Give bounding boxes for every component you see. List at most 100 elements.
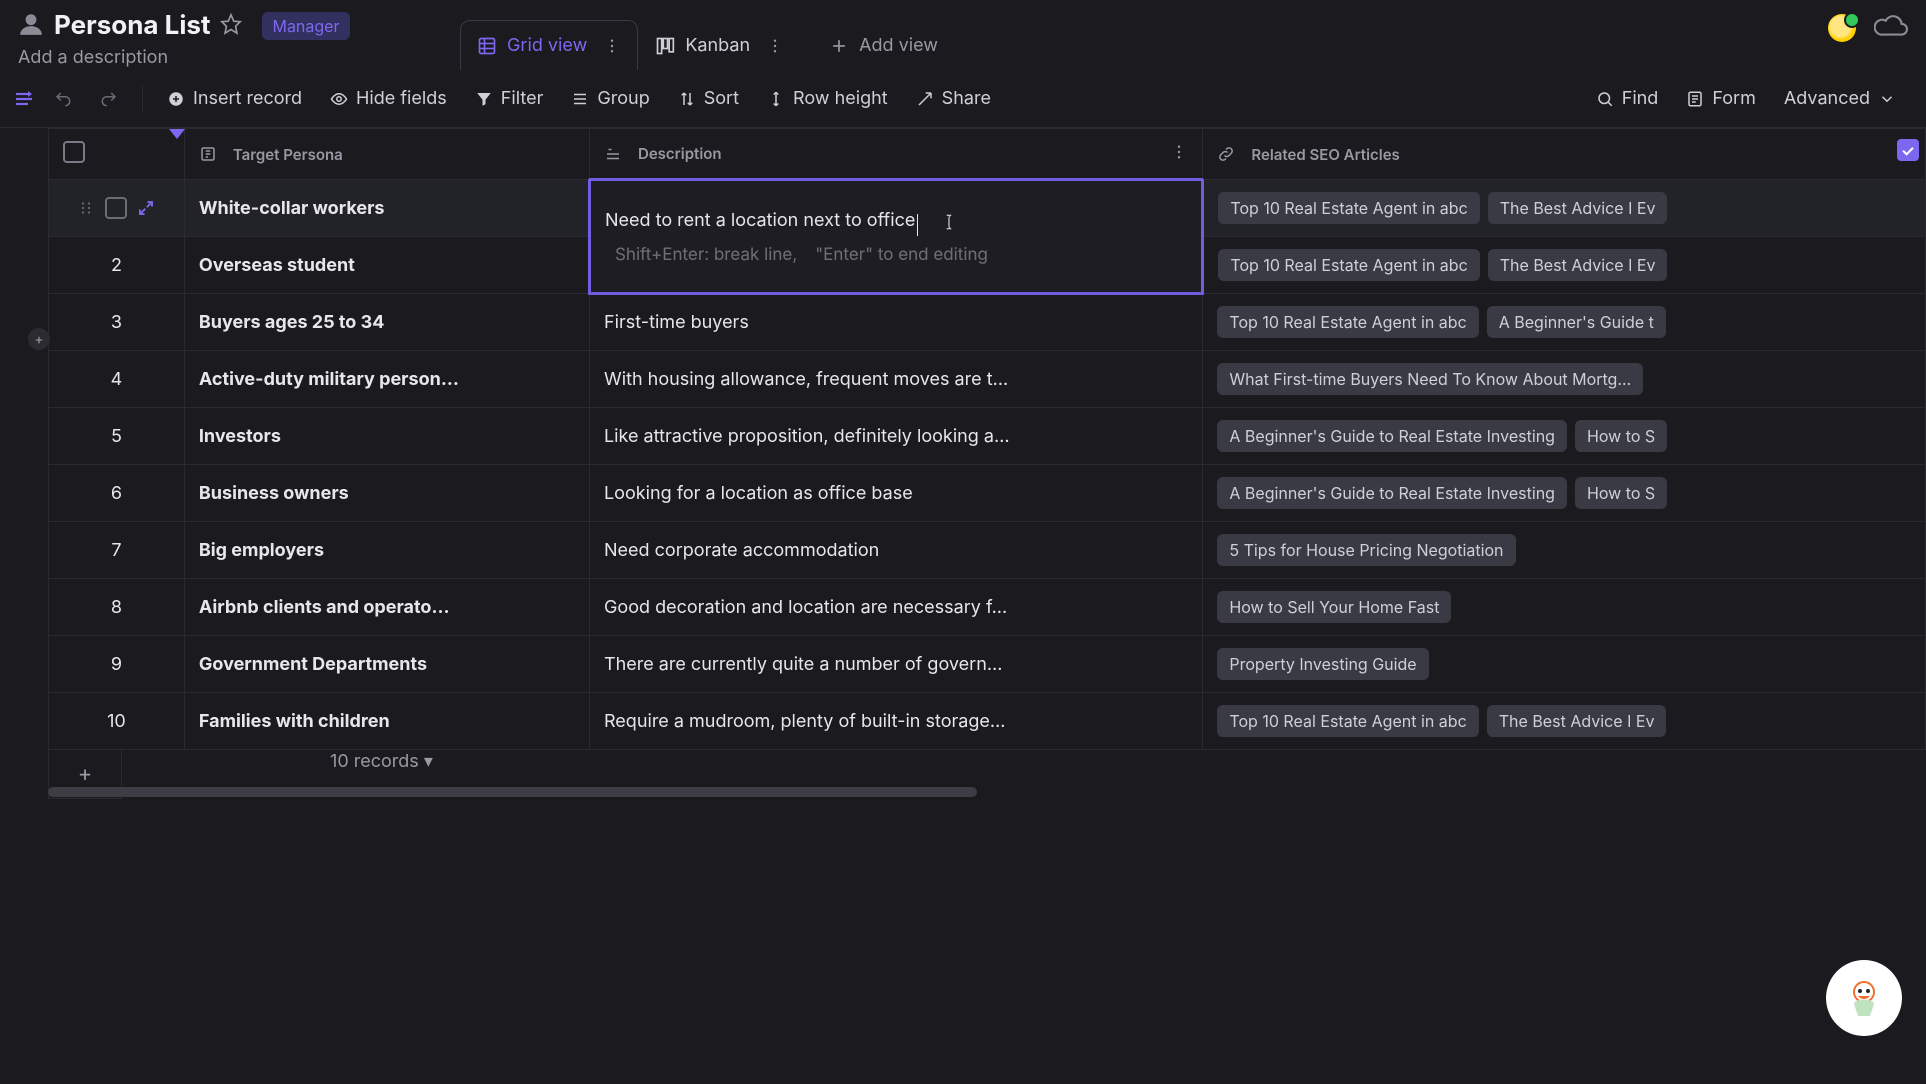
cell-target-persona[interactable]: Buyers ages 25 to 34 xyxy=(184,294,589,351)
article-tag[interactable]: Top 10 Real Estate Agent in abc xyxy=(1217,705,1478,737)
cell-description[interactable]: Good decoration and location are necessa… xyxy=(589,579,1202,636)
cell-related-articles[interactable]: Property Investing Guide xyxy=(1203,636,1926,693)
row-index[interactable]: 6 xyxy=(49,465,185,522)
row-index[interactable]: 5 xyxy=(49,408,185,465)
checked-icon[interactable] xyxy=(1897,139,1919,161)
cell-description[interactable]: There are currently quite a number of go… xyxy=(589,636,1202,693)
more-vertical-icon[interactable] xyxy=(1170,143,1188,165)
checkbox-icon[interactable] xyxy=(63,141,85,163)
table-row[interactable]: 3Buyers ages 25 to 34First-time buyersTo… xyxy=(49,294,1926,351)
table-row[interactable]: 8Airbnb clients and operato…Good decorat… xyxy=(49,579,1926,636)
cell-target-persona[interactable]: Big employers xyxy=(184,522,589,579)
cell-description[interactable]: Looking for a location as office base xyxy=(589,465,1202,522)
table-row[interactable]: 10Families with childrenRequire a mudroo… xyxy=(49,693,1926,750)
row-height-button[interactable]: Row height xyxy=(753,80,902,117)
row-index[interactable]: 10 xyxy=(49,693,185,750)
article-tag[interactable]: Top 10 Real Estate Agent in abc xyxy=(1217,306,1478,338)
table-row[interactable]: 4Active-duty military person…With housin… xyxy=(49,351,1926,408)
cell-related-articles[interactable]: A Beginner's Guide to Real Estate Invest… xyxy=(1203,465,1926,522)
btn-label: Advanced xyxy=(1784,88,1870,109)
article-tag[interactable]: The Best Advice I Ev xyxy=(1488,192,1668,224)
group-button[interactable]: Group xyxy=(557,80,663,117)
cell-related-articles[interactable]: 5 Tips for House Pricing Negotiation xyxy=(1203,522,1926,579)
cell-target-persona[interactable]: Airbnb clients and operato… xyxy=(184,579,589,636)
cell-description[interactable]: Require a mudroom, plenty of built-in st… xyxy=(589,693,1202,750)
article-tag[interactable]: The Best Advice I Ev xyxy=(1488,249,1668,281)
cell-description[interactable]: First-time buyers xyxy=(589,294,1202,351)
row-index[interactable] xyxy=(49,180,185,237)
drag-handle-icon[interactable] xyxy=(77,199,95,217)
cell-description[interactable]: Like attractive proposition, definitely … xyxy=(589,408,1202,465)
find-button[interactable]: Find xyxy=(1582,80,1673,117)
row-index[interactable]: 3 xyxy=(49,294,185,351)
record-count[interactable]: 10 records ▾ xyxy=(330,751,433,772)
table-row[interactable]: White-collar workers Need to rent a locat… xyxy=(49,180,1926,237)
row-index[interactable]: 9 xyxy=(49,636,185,693)
cell-description[interactable]: Need to rent a location next to officeSh… xyxy=(589,180,1202,294)
expand-icon[interactable] xyxy=(137,199,155,217)
cell-related-articles[interactable]: A Beginner's Guide to Real Estate Invest… xyxy=(1203,408,1926,465)
flag-icon xyxy=(169,129,185,139)
cell-target-persona[interactable]: Families with children xyxy=(184,693,589,750)
filter-button[interactable]: Filter xyxy=(461,80,558,117)
article-tag[interactable]: Property Investing Guide xyxy=(1217,648,1428,680)
avatar[interactable] xyxy=(1828,14,1856,42)
add-column-left-icon[interactable]: + xyxy=(28,328,50,350)
checkbox-icon[interactable] xyxy=(105,197,127,219)
cell-related-articles[interactable]: Top 10 Real Estate Agent in abc The Best … xyxy=(1203,693,1926,750)
row-index[interactable]: 8 xyxy=(49,579,185,636)
article-tag[interactable]: How to Sell Your Home Fast xyxy=(1217,591,1451,623)
article-tag[interactable]: Top 10 Real Estate Agent in abc xyxy=(1218,249,1479,281)
editing-text[interactable]: Need to rent a location next to office xyxy=(605,210,915,231)
cell-target-persona[interactable]: White-collar workers xyxy=(184,180,589,237)
cell-target-persona[interactable]: Overseas student xyxy=(184,237,589,294)
article-tag[interactable]: The Best Advice I Ev xyxy=(1487,705,1667,737)
cell-description[interactable]: With housing allowance, frequent moves a… xyxy=(589,351,1202,408)
panel-toggle-icon[interactable] xyxy=(8,83,40,115)
cell-target-persona[interactable]: Government Departments xyxy=(184,636,589,693)
article-tag[interactable]: 5 Tips for House Pricing Negotiation xyxy=(1217,534,1515,566)
article-tag[interactable]: How to S xyxy=(1575,477,1667,509)
cell-target-persona[interactable]: Business owners xyxy=(184,465,589,522)
col-header-persona[interactable]: Target Persona xyxy=(184,129,589,180)
article-tag[interactable]: How to S xyxy=(1575,420,1667,452)
cell-target-persona[interactable]: Investors xyxy=(184,408,589,465)
table-row[interactable]: 5InvestorsLike attractive proposition, d… xyxy=(49,408,1926,465)
col-header-description[interactable]: Description xyxy=(589,129,1202,180)
article-tag[interactable]: A Beginner's Guide t xyxy=(1487,306,1666,338)
cell-related-articles[interactable]: Top 10 Real Estate Agent in abc The Best … xyxy=(1203,237,1926,294)
share-button[interactable]: Share xyxy=(902,80,1005,117)
page-title: Persona List xyxy=(54,10,210,41)
cell-target-persona[interactable]: Active-duty military person… xyxy=(184,351,589,408)
cell-description[interactable]: Need corporate accommodation xyxy=(589,522,1202,579)
cell-related-articles[interactable]: How to Sell Your Home Fast xyxy=(1203,579,1926,636)
sort-button[interactable]: Sort xyxy=(664,80,753,117)
redo-button[interactable] xyxy=(86,82,132,116)
person-icon xyxy=(18,11,44,41)
table-row[interactable]: 9Government DepartmentsThere are current… xyxy=(49,636,1926,693)
col-header-related[interactable]: Related SEO Articles xyxy=(1203,129,1926,180)
cell-related-articles[interactable]: Top 10 Real Estate Agent in abc A Beginne… xyxy=(1203,294,1926,351)
row-index[interactable]: 2 xyxy=(49,237,185,294)
article-tag[interactable]: A Beginner's Guide to Real Estate Invest… xyxy=(1217,477,1567,509)
select-all-header[interactable] xyxy=(49,129,185,180)
article-tag[interactable]: A Beginner's Guide to Real Estate Invest… xyxy=(1217,420,1567,452)
cell-related-articles[interactable]: What First-time Buyers Need To Know Abou… xyxy=(1203,351,1926,408)
btn-label: Group xyxy=(597,88,649,109)
advanced-button[interactable]: Advanced xyxy=(1770,80,1910,117)
hide-fields-button[interactable]: Hide fields xyxy=(316,80,461,117)
table-row[interactable]: 6Business ownersLooking for a location a… xyxy=(49,465,1926,522)
row-index[interactable]: 4 xyxy=(49,351,185,408)
article-tag[interactable]: What First-time Buyers Need To Know Abou… xyxy=(1217,363,1643,395)
horizontal-scrollbar[interactable] xyxy=(48,785,1456,799)
insert-record-button[interactable]: Insert record xyxy=(153,80,316,117)
cell-related-articles[interactable]: Top 10 Real Estate Agent in abc The Best … xyxy=(1203,180,1926,237)
help-chat-button[interactable] xyxy=(1826,960,1902,1036)
star-icon[interactable] xyxy=(220,13,242,39)
article-tag[interactable]: Top 10 Real Estate Agent in abc xyxy=(1218,192,1479,224)
cloud-sync-icon[interactable] xyxy=(1874,15,1908,41)
table-row[interactable]: 7Big employersNeed corporate accommodati… xyxy=(49,522,1926,579)
row-index[interactable]: 7 xyxy=(49,522,185,579)
form-button[interactable]: Form xyxy=(1672,80,1770,117)
undo-button[interactable] xyxy=(40,82,86,116)
